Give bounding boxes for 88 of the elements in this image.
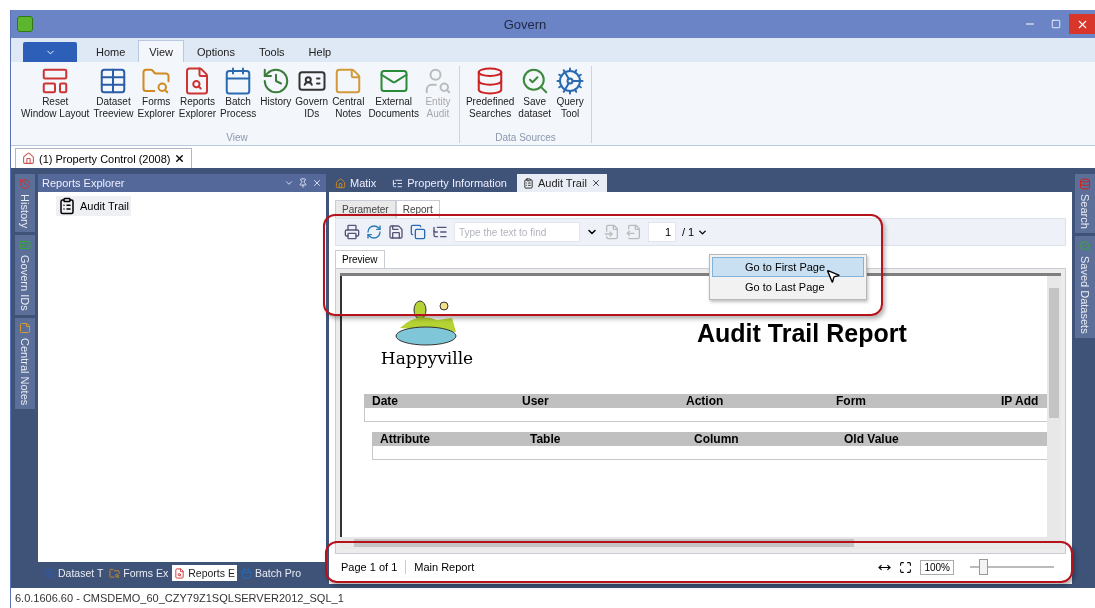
folder-search-icon (109, 567, 121, 579)
cursor-icon (825, 268, 841, 284)
search-field[interactable]: Type the text to find (454, 222, 580, 242)
close-icon (590, 178, 601, 188)
database-icon (1079, 178, 1091, 190)
column-header: Attribute (380, 432, 431, 446)
magnifier-icon (1079, 239, 1091, 252)
document-tab[interactable]: (1) Property Control (2008) (15, 148, 193, 168)
menu-item[interactable]: Go to First Page (712, 257, 864, 277)
close-icon (312, 178, 322, 188)
panel-tab[interactable]: Reports E (172, 565, 237, 581)
column-header: Old Value (844, 432, 900, 446)
dropdown-icon (284, 178, 294, 188)
close-icon (174, 153, 186, 164)
content-tab[interactable]: Matix (329, 174, 383, 192)
ribbon-button[interactable]: Govern IDs (293, 66, 331, 132)
logo-text: Happyville (380, 348, 474, 368)
ribbon-tab[interactable]: Help (297, 40, 343, 62)
house-icon (335, 177, 346, 189)
page-field[interactable]: 1 (648, 222, 676, 242)
id-card-icon (19, 239, 31, 252)
tree-item[interactable]: Audit Trail (56, 196, 131, 216)
column-header: Table (530, 432, 562, 446)
ribbon-tab[interactable]: Home (85, 40, 137, 62)
tree-icon (392, 177, 404, 189)
ribbon-button[interactable]: External Documents (366, 66, 421, 132)
ribbon-button[interactable]: Forms Explorer (135, 66, 177, 132)
close-button[interactable] (1069, 14, 1095, 34)
report-title: Audit Trail Report (697, 318, 907, 348)
column-header: IP Add (1001, 394, 1040, 408)
clipboard-icon (522, 177, 534, 189)
table-icon (44, 567, 55, 579)
ribbon-button[interactable]: History (258, 66, 294, 132)
content-tab[interactable]: Audit Trail (516, 174, 607, 192)
menu-item[interactable]: Go to Last Page (712, 277, 864, 297)
column-header: User (522, 394, 550, 408)
ribbon-button[interactable]: Dataset Treeview (91, 66, 136, 132)
page-count: Page 1 of 1 (341, 561, 398, 573)
ribbon-button[interactable]: Reset Window Layout (19, 66, 92, 132)
ribbon-tab[interactable]: View (138, 40, 184, 62)
clipboard-icon (58, 197, 76, 215)
refresh-icon (366, 224, 382, 240)
previous-page-icon (604, 224, 620, 240)
ribbon-tab[interactable]: Tools (247, 40, 296, 62)
folder-search-icon (141, 66, 172, 96)
section-name: Main Report (414, 561, 475, 573)
page-menu-button[interactable]: / 1 (682, 226, 709, 238)
document-search-icon (174, 567, 186, 579)
printer-icon (344, 224, 360, 240)
content-tab[interactable]: Property Information (386, 174, 513, 192)
ribbon-button[interactable]: Batch Process (218, 66, 259, 132)
panel-title: Reports Explorer (42, 177, 126, 189)
next-page-icon (626, 224, 642, 240)
house-icon (22, 152, 35, 165)
fit-page-icon (899, 560, 913, 574)
tree-icon (432, 224, 448, 240)
save-icon (388, 224, 404, 240)
ribbon-tab[interactable]: Options (186, 40, 246, 62)
side-tab[interactable]: History (15, 174, 35, 233)
pin-icon (298, 178, 308, 188)
clock-icon (19, 178, 31, 190)
group-label: Data Sources (494, 132, 557, 143)
ribbon-button[interactable]: Save dataset (516, 66, 554, 132)
zoom-value[interactable]: 100% (920, 559, 954, 575)
side-tab[interactable]: Search (1075, 174, 1095, 233)
side-tab[interactable]: Govern IDs (15, 235, 35, 315)
group-label: View (225, 132, 249, 143)
ribbon-button[interactable]: Reports Explorer (176, 66, 219, 132)
panel-tab[interactable]: Forms Ex (107, 565, 171, 581)
ribbon-button[interactable]: Central Notes (330, 66, 367, 132)
column-header: Action (686, 394, 725, 408)
maximize-icon (1051, 19, 1061, 29)
ribbon-button[interactable]: Predefined Searches (463, 66, 517, 132)
panel-tab[interactable]: Dataset T (42, 565, 106, 581)
pages-icon (410, 224, 426, 240)
vertical-scrollbar[interactable] (1047, 276, 1061, 537)
column-header: Column (694, 432, 740, 446)
calendar-icon (240, 567, 252, 579)
app-logo-icon (17, 16, 33, 32)
side-tab[interactable]: Saved Datasets (1075, 235, 1095, 338)
panel-tab[interactable]: Batch Pro (238, 565, 304, 581)
column-header: Date (372, 394, 399, 408)
note-icon (19, 321, 31, 334)
ribbon-button[interactable]: Query Tool (553, 66, 588, 132)
window-title: Govern (502, 16, 548, 32)
side-tab[interactable]: Central Notes (15, 317, 35, 410)
column-header: Form (836, 394, 867, 408)
slider-thumb[interactable] (978, 559, 988, 575)
